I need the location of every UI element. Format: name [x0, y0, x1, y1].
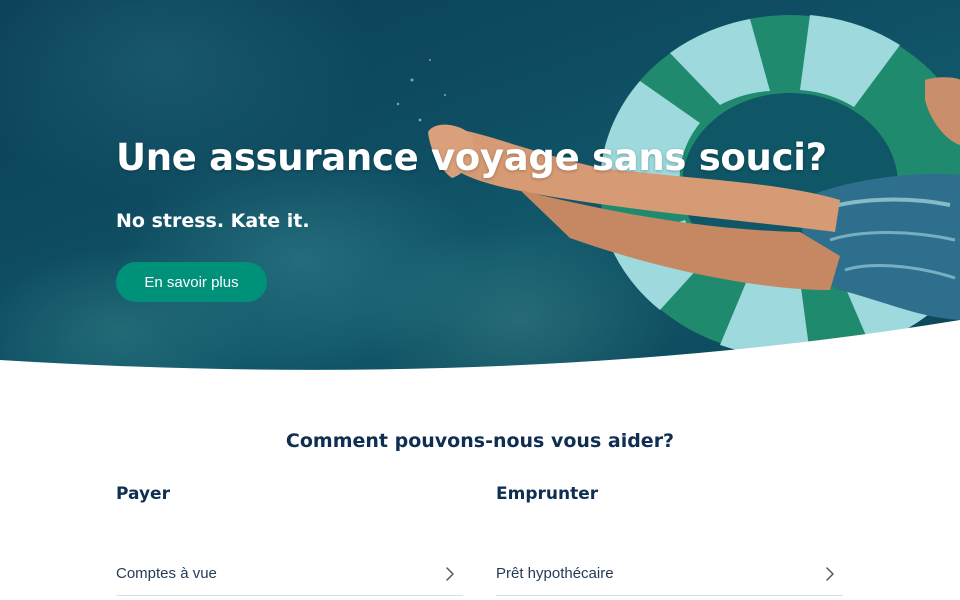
- current-accounts-link[interactable]: Comptes à vue: [116, 552, 463, 596]
- chevron-right-icon: [446, 566, 454, 581]
- borrow-heading: Emprunter: [496, 484, 599, 504]
- hero-title: Une assurance voyage sans souci?: [116, 136, 827, 179]
- hero-subtitle: No stress. Kate it.: [116, 210, 310, 232]
- mortgage-loan-link[interactable]: Prêt hypothécaire: [496, 552, 843, 596]
- borrow-column: Emprunter Prêt hypothécaire: [496, 482, 843, 596]
- pay-heading: Payer: [116, 484, 170, 504]
- help-section-title: Comment pouvons-nous vous aider?: [285, 430, 675, 452]
- hero-wave-divider: [0, 320, 960, 390]
- mortgage-loan-label: Prêt hypothécaire: [496, 565, 614, 582]
- chevron-right-icon: [826, 566, 834, 581]
- learn-more-button[interactable]: En savoir plus: [116, 262, 267, 302]
- current-accounts-label: Comptes à vue: [116, 565, 217, 582]
- hero-banner: Une assurance voyage sans souci? No stre…: [0, 0, 960, 390]
- pay-column: Payer Comptes à vue: [116, 482, 463, 596]
